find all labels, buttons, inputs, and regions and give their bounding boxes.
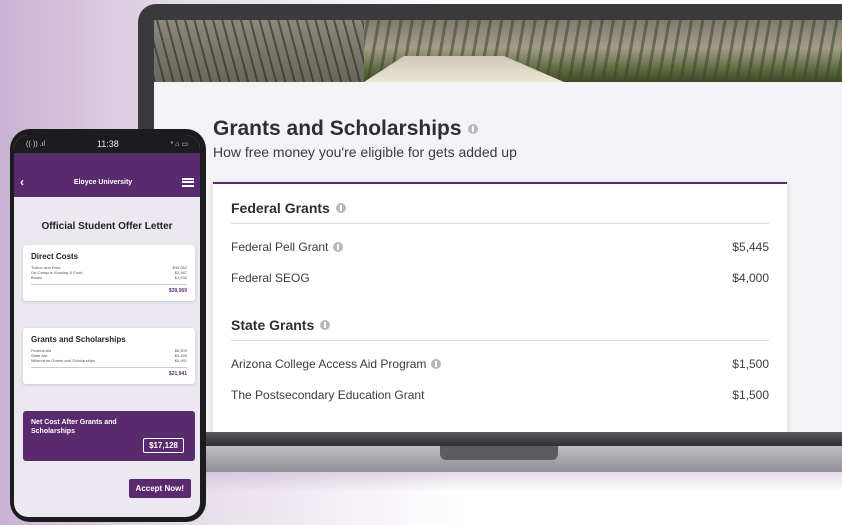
grants-card: Federal Grants Federal Pell Grant $5,445…: [213, 182, 787, 432]
section-divider: [231, 223, 769, 224]
grant-name: Arizona College Access Aid Program: [231, 357, 427, 371]
grant-summary-label: Millennium Grants and Scholarships: [31, 358, 96, 363]
laptop-hinge: [205, 432, 842, 446]
federal-grants-heading: Federal Grants: [231, 200, 330, 216]
phone-screen: ((·)) .ıl 11:38 * ⌂ ▭ ‹ Eloyce Universit…: [14, 135, 200, 517]
menu-icon[interactable]: [182, 177, 194, 187]
cost-label: Books: [31, 275, 43, 280]
cost-value: $1,530: [174, 275, 187, 280]
back-icon[interactable]: ‹: [20, 175, 24, 189]
banner-path: [364, 56, 564, 82]
grant-summary-value: $5,991: [174, 358, 187, 363]
net-cost-card: Net Cost After Grants and Scholarships $…: [23, 411, 195, 461]
grant-amount: $1,500: [732, 357, 769, 371]
page-title-row: Grants and Scholarships: [213, 117, 478, 141]
grant-row: Arizona College Access Aid Program $1,50…: [231, 357, 769, 371]
info-icon[interactable]: [320, 320, 331, 330]
app-title: Eloyce University: [73, 178, 133, 186]
state-grants-heading: State Grants: [231, 317, 315, 333]
grant-amount: $5,445: [732, 240, 769, 254]
laptop-screen: Grants and Scholarships How free money y…: [154, 20, 842, 432]
info-icon[interactable]: [335, 203, 346, 213]
grant-name: Federal SEOG: [231, 271, 310, 285]
app-bar-top: [14, 153, 200, 167]
accept-now-button[interactable]: Accept Now!: [128, 479, 191, 498]
grants-summary-total: $21,941: [168, 371, 187, 377]
grant-row: Federal Pell Grant $5,445: [231, 240, 769, 254]
grant-name: Federal Pell Grant: [231, 240, 329, 254]
page-subtitle: How free money you're eligible for gets …: [213, 144, 517, 160]
signal-icon: ((·)) .ıl: [26, 140, 46, 148]
net-cost-value: $17,128: [143, 438, 184, 453]
grant-name: The Postsecondary Education Grant: [231, 388, 425, 402]
grant-amount: $1,500: [732, 388, 769, 402]
info-icon[interactable]: [467, 124, 478, 134]
battery-icon: * ⌂ ▭: [170, 141, 188, 148]
direct-costs-card: Direct Costs Tuition and Fees $35,052 On…: [23, 245, 195, 301]
direct-costs-title: Direct Costs: [31, 252, 79, 261]
grants-summary-card: Grants and Scholarships Federal Aid $6,5…: [23, 328, 195, 384]
banner-building: [154, 20, 364, 82]
app-bar: ‹ Eloyce University: [14, 167, 200, 197]
info-icon[interactable]: [333, 242, 344, 252]
offer-title: Official Student Offer Letter: [41, 221, 173, 232]
federal-grants-heading-row: Federal Grants: [231, 200, 346, 216]
cost-row: Books $1,530: [31, 275, 187, 280]
section-divider: [231, 340, 769, 341]
grant-row: The Postsecondary Education Grant $1,500: [231, 388, 769, 402]
total-divider: [31, 367, 187, 368]
grant-summary-row[interactable]: Millennium Grants and Scholarships $5,99…: [31, 358, 187, 363]
net-cost-label: Net Cost After Grants and Scholarships: [31, 419, 117, 435]
grant-amount: $4,000: [732, 271, 769, 285]
page-title: Grants and Scholarships: [213, 117, 462, 140]
laptop-shadow: [205, 472, 842, 492]
campus-banner-image: [154, 20, 842, 82]
laptop-notch: [440, 446, 558, 460]
total-divider: [31, 284, 187, 285]
direct-costs-total: $39,069: [168, 288, 187, 294]
status-time: 11:38: [96, 139, 119, 149]
state-grants-heading-row: State Grants: [231, 317, 331, 333]
grant-row: Federal SEOG $4,000: [231, 271, 769, 285]
status-bar: ((·)) .ıl 11:38 * ⌂ ▭: [14, 135, 200, 153]
info-icon[interactable]: [431, 359, 442, 369]
grants-summary-title: Grants and Scholarships: [31, 335, 126, 344]
